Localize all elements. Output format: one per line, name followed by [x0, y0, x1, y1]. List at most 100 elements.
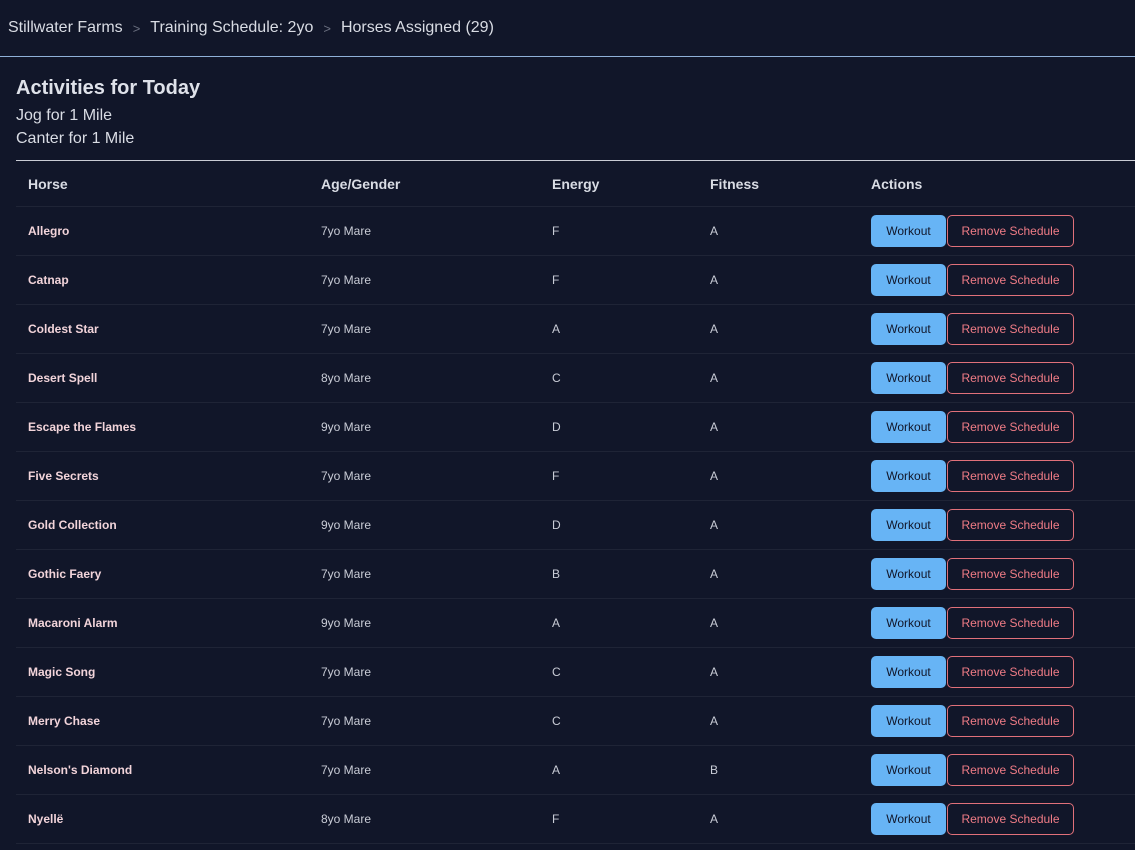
activity-item: Canter for 1 Mile	[16, 130, 135, 147]
workout-button[interactable]: Workout	[871, 705, 946, 737]
breadcrumb-farm[interactable]: Stillwater Farms	[8, 19, 123, 37]
workout-button[interactable]: Workout	[871, 509, 946, 541]
age-gender: 9yo Mare	[309, 402, 540, 452]
horse-name[interactable]: Merry Chase	[16, 696, 309, 746]
horse-name[interactable]: Nyellë	[16, 794, 309, 844]
col-energy: Energy	[540, 161, 698, 207]
remove-schedule-button[interactable]: Remove Schedule	[947, 705, 1074, 737]
age-gender: 8yo Mare	[309, 794, 540, 844]
actions-cell: Workout Remove Schedule	[859, 696, 1135, 746]
horse-name[interactable]: Coldest Star	[16, 304, 309, 354]
age-gender: 7yo Mare	[309, 255, 540, 305]
fitness: A	[698, 598, 859, 648]
table-row: Merry Chase 7yo Mare C A Workout Remove Sched…	[16, 696, 1135, 746]
workout-button[interactable]: Workout	[871, 754, 946, 786]
fitness: A	[698, 402, 859, 452]
table-row: Coldest Star 7yo Mare A A Workout Remove Sche…	[16, 304, 1135, 354]
actions-cell: Workout Remove Schedule	[859, 255, 1135, 305]
actions-cell: Workout Remove Schedule	[859, 304, 1135, 354]
remove-schedule-button[interactable]: Remove Schedule	[947, 460, 1074, 492]
table-header-row: Horse Age/Gender Energy Fitness Actions	[16, 161, 1135, 207]
age-gender: 9yo Mare	[309, 500, 540, 550]
workout-button[interactable]: Workout	[871, 607, 946, 639]
remove-schedule-button[interactable]: Remove Schedule	[947, 411, 1074, 443]
actions-cell: Workout Remove Schedule	[859, 500, 1135, 550]
horse-name[interactable]: Five Secrets	[16, 451, 309, 501]
horse-name[interactable]: Escape the Flames	[16, 402, 309, 452]
workout-button[interactable]: Workout	[871, 215, 946, 247]
fitness: A	[698, 500, 859, 550]
energy: A	[540, 598, 698, 648]
remove-schedule-button[interactable]: Remove Schedule	[947, 362, 1074, 394]
remove-schedule-button[interactable]: Remove Schedule	[947, 509, 1074, 541]
actions-cell: Workout Remove Schedule	[859, 745, 1135, 795]
actions-cell: Workout Remove Schedule	[859, 206, 1135, 256]
fitness: A	[698, 255, 859, 305]
table-row: Escape the Flames 9yo Mare D A Workout Remove…	[16, 402, 1135, 452]
horse-name[interactable]: Allegro	[16, 206, 309, 256]
energy: C	[540, 353, 698, 403]
remove-schedule-button[interactable]: Remove Schedule	[947, 313, 1074, 345]
age-gender: 7yo Mare	[309, 304, 540, 354]
workout-button[interactable]: Workout	[871, 362, 946, 394]
fitness: A	[698, 696, 859, 746]
workout-button[interactable]: Workout	[871, 313, 946, 345]
activities-title: Activities for Today	[16, 77, 201, 99]
col-age-gender: Age/Gender	[309, 161, 540, 207]
activity-item: Jog for 1 Mile	[16, 107, 113, 124]
horses-table: Horse Age/Gender Energy Fitness Actions …	[16, 161, 1135, 844]
energy: D	[540, 402, 698, 452]
col-horse: Horse	[16, 161, 309, 207]
horse-name[interactable]: Magic Song	[16, 647, 309, 697]
table-row: Nyellë 8yo Mare F A Workout Remove Schedule	[16, 794, 1135, 844]
workout-button[interactable]: Workout	[871, 411, 946, 443]
age-gender: 7yo Mare	[309, 647, 540, 697]
age-gender: 9yo Mare	[309, 598, 540, 648]
horse-name[interactable]: Nelson's Diamond	[16, 745, 309, 795]
header-divider	[0, 56, 1135, 57]
horse-name[interactable]: Gothic Faery	[16, 549, 309, 599]
table-row: Gold Collection 9yo Mare D A Workout Remove S…	[16, 500, 1135, 550]
col-fitness: Fitness	[698, 161, 859, 207]
workout-button[interactable]: Workout	[871, 803, 946, 835]
chevron-right-icon: >	[132, 20, 141, 36]
actions-cell: Workout Remove Schedule	[859, 549, 1135, 599]
fitness: A	[698, 647, 859, 697]
breadcrumb-current: Horses Assigned (29)	[340, 19, 494, 36]
table-row: Desert Spell 8yo Mare C A Workout Remove Sche…	[16, 353, 1135, 403]
energy: F	[540, 451, 698, 501]
remove-schedule-button[interactable]: Remove Schedule	[947, 754, 1074, 786]
remove-schedule-button[interactable]: Remove Schedule	[947, 803, 1074, 835]
horse-name[interactable]: Catnap	[16, 255, 309, 305]
table-row: Five Secrets 7yo Mare F A Workout Remove Sche…	[16, 451, 1135, 501]
remove-schedule-button[interactable]: Remove Schedule	[947, 607, 1074, 639]
remove-schedule-button[interactable]: Remove Schedule	[947, 264, 1074, 296]
horse-name[interactable]: Desert Spell	[16, 353, 309, 403]
remove-schedule-button[interactable]: Remove Schedule	[947, 656, 1074, 688]
fitness: A	[698, 549, 859, 599]
workout-button[interactable]: Workout	[871, 558, 946, 590]
energy: F	[540, 794, 698, 844]
remove-schedule-button[interactable]: Remove Schedule	[947, 558, 1074, 590]
age-gender: 7yo Mare	[309, 206, 540, 256]
workout-button[interactable]: Workout	[871, 656, 946, 688]
energy: C	[540, 647, 698, 697]
col-actions: Actions	[859, 161, 1135, 207]
horse-name[interactable]: Macaroni Alarm	[16, 598, 309, 648]
workout-button[interactable]: Workout	[871, 264, 946, 296]
age-gender: 7yo Mare	[309, 696, 540, 746]
remove-schedule-button[interactable]: Remove Schedule	[947, 215, 1074, 247]
horse-name[interactable]: Gold Collection	[16, 500, 309, 550]
actions-cell: Workout Remove Schedule	[859, 451, 1135, 501]
actions-cell: Workout Remove Schedule	[859, 598, 1135, 648]
fitness: A	[698, 794, 859, 844]
actions-cell: Workout Remove Schedule	[859, 647, 1135, 697]
breadcrumb-schedule[interactable]: Training Schedule: 2yo	[150, 19, 313, 37]
chevron-right-icon: >	[323, 20, 331, 36]
workout-button[interactable]: Workout	[871, 460, 946, 492]
table-row: Gothic Faery 7yo Mare B A Workout Remove Sche…	[16, 549, 1135, 599]
age-gender: 7yo Mare	[309, 745, 540, 795]
table-row: Nelson's Diamond 7yo Mare A B Workout Remove …	[16, 745, 1135, 795]
breadcrumb: Stillwater Farms > Training Schedule: 2y…	[0, 0, 1135, 56]
energy: F	[540, 255, 698, 305]
